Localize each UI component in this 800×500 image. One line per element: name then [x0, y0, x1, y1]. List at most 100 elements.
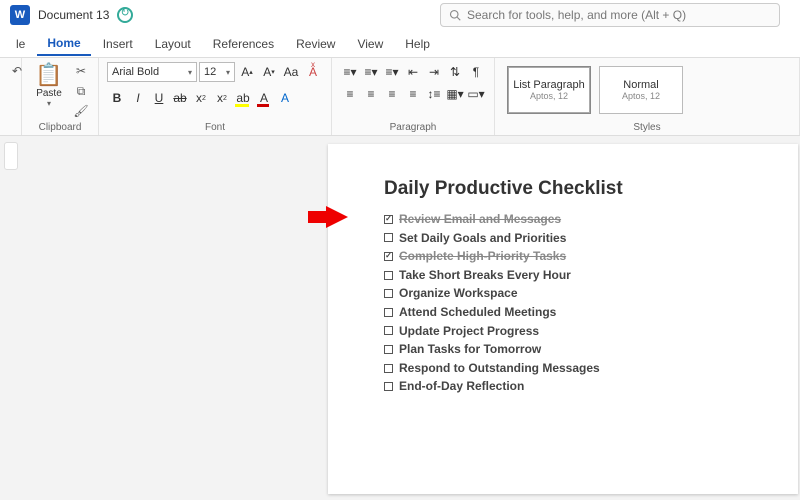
align-left-button[interactable]: ≡: [340, 84, 360, 104]
checklist-item[interactable]: Organize Workspace: [384, 284, 770, 303]
group-styles: List ParagraphAptos, 12NormalAptos, 12 S…: [495, 58, 800, 135]
underline-button[interactable]: U: [149, 88, 169, 108]
ribbon-tabs: le Home Insert Layout References Review …: [0, 30, 800, 58]
checkbox-icon: ✓: [384, 215, 393, 224]
checklist-text: Plan Tasks for Tomorrow: [399, 340, 541, 359]
checklist-text: Update Project Progress: [399, 322, 539, 341]
format-painter-button[interactable]: 🖌: [72, 102, 90, 120]
search-box[interactable]: Search for tools, help, and more (Alt + …: [440, 3, 780, 27]
shrink-font-button[interactable]: A▾: [259, 62, 279, 82]
workspace: Daily Productive Checklist ✓ Review Email…: [0, 136, 800, 500]
tab-file[interactable]: le: [6, 33, 35, 55]
paste-label: Paste: [36, 88, 62, 99]
checkbox-icon: [384, 308, 393, 317]
grow-font-button[interactable]: A▴: [237, 62, 257, 82]
checkbox-icon: [384, 233, 393, 242]
group-clipboard: 📋 Paste ▾ ✂ ⧉ 🖌 Clipboard: [22, 58, 99, 135]
increase-indent-button[interactable]: ⇥: [424, 62, 444, 82]
superscript-button[interactable]: x2: [212, 88, 232, 108]
autosave-icon[interactable]: [117, 7, 133, 23]
group-paragraph: ≡▾ ≡▾ ≡▾ ⇤ ⇥ ⇅ ¶ ≡ ≡ ≡ ≡ ↕≡ ▦▾ ▭▾ Paragr…: [332, 58, 495, 135]
tab-home[interactable]: Home: [37, 32, 90, 56]
align-right-button[interactable]: ≡: [382, 84, 402, 104]
checklist-item[interactable]: Respond to Outstanding Messages: [384, 359, 770, 378]
tab-view[interactable]: View: [347, 33, 393, 55]
style-name: List Paragraph: [513, 79, 585, 91]
checklist-item[interactable]: Update Project Progress: [384, 322, 770, 341]
style-card-1[interactable]: NormalAptos, 12: [599, 66, 683, 114]
paste-button[interactable]: 📋 Paste ▾: [30, 62, 68, 108]
checklist-item[interactable]: End-of-Day Reflection: [384, 377, 770, 396]
shading-button[interactable]: ▦▾: [445, 84, 465, 104]
checkbox-icon: [384, 345, 393, 354]
checklist-text: Review Email and Messages: [399, 210, 561, 229]
ribbon: ↶ 📋 Paste ▾ ✂ ⧉ 🖌 Clipboard Arial Bold▾ …: [0, 58, 800, 136]
doc-heading: Daily Productive Checklist: [384, 178, 770, 200]
checkbox-icon: [384, 364, 393, 373]
bullets-button[interactable]: ≡▾: [340, 62, 360, 82]
bold-button[interactable]: B: [107, 88, 127, 108]
group-font: Arial Bold▾ 12▾ A▴ A▾ Aa Aͯ B I U ab x2 …: [99, 58, 332, 135]
cut-button[interactable]: ✂: [72, 62, 90, 80]
tab-review[interactable]: Review: [286, 33, 345, 55]
checkbox-icon: [384, 271, 393, 280]
tab-help[interactable]: Help: [395, 33, 440, 55]
search-placeholder: Search for tools, help, and more (Alt + …: [467, 8, 686, 22]
sort-button[interactable]: ⇅: [445, 62, 465, 82]
document-title: Document 13: [38, 8, 109, 22]
change-case-button[interactable]: Aa: [281, 62, 301, 82]
text-effects-button[interactable]: A: [275, 88, 295, 108]
checklist-text: Organize Workspace: [399, 284, 518, 303]
borders-button[interactable]: ▭▾: [466, 84, 486, 104]
clear-formatting-button[interactable]: Aͯ: [303, 62, 323, 82]
subscript-button[interactable]: x2: [191, 88, 211, 108]
group-undo-label: [8, 131, 13, 133]
italic-button[interactable]: I: [128, 88, 148, 108]
checklist-text: Take Short Breaks Every Hour: [399, 266, 571, 285]
font-color-button[interactable]: A: [254, 88, 274, 108]
checklist-item[interactable]: ✓ Review Email and Messages: [384, 210, 770, 229]
checklist-text: Respond to Outstanding Messages: [399, 359, 600, 378]
style-name: Normal: [623, 79, 658, 91]
document-page[interactable]: Daily Productive Checklist ✓ Review Email…: [328, 144, 798, 494]
nav-pane-handle[interactable]: [4, 142, 18, 170]
align-center-button[interactable]: ≡: [361, 84, 381, 104]
group-paragraph-label: Paragraph: [340, 120, 486, 133]
checkbox-icon: [384, 289, 393, 298]
word-app-icon: W: [10, 5, 30, 25]
group-clipboard-label: Clipboard: [30, 120, 90, 133]
checkbox-icon: [384, 382, 393, 391]
font-size-combo[interactable]: 12▾: [199, 62, 235, 82]
numbering-button[interactable]: ≡▾: [361, 62, 381, 82]
clipboard-icon: 📋: [35, 62, 62, 88]
checklist-item[interactable]: Attend Scheduled Meetings: [384, 303, 770, 322]
justify-button[interactable]: ≡: [403, 84, 423, 104]
checklist-item[interactable]: Plan Tasks for Tomorrow: [384, 340, 770, 359]
group-styles-label: Styles: [503, 120, 791, 133]
group-undo: ↶: [0, 58, 22, 135]
checklist-item[interactable]: ✓Complete High-Priority Tasks: [384, 247, 770, 266]
checklist-text: Attend Scheduled Meetings: [399, 303, 556, 322]
style-card-0[interactable]: List ParagraphAptos, 12: [507, 66, 591, 114]
checkbox-icon: ✓: [384, 252, 393, 261]
group-font-label: Font: [107, 120, 323, 133]
decrease-indent-button[interactable]: ⇤: [403, 62, 423, 82]
multilevel-button[interactable]: ≡▾: [382, 62, 402, 82]
show-marks-button[interactable]: ¶: [466, 62, 486, 82]
checklist: ✓ Review Email and MessagesSet Daily Goal…: [384, 210, 770, 396]
tab-layout[interactable]: Layout: [145, 33, 201, 55]
checklist-item[interactable]: Take Short Breaks Every Hour: [384, 266, 770, 285]
search-icon: [449, 9, 461, 21]
copy-button[interactable]: ⧉: [72, 82, 90, 100]
checklist-item[interactable]: Set Daily Goals and Priorities: [384, 229, 770, 248]
strikethrough-button[interactable]: ab: [170, 88, 190, 108]
tab-references[interactable]: References: [203, 33, 284, 55]
line-spacing-button[interactable]: ↕≡: [424, 84, 444, 104]
highlight-button[interactable]: ab: [233, 88, 253, 108]
tab-insert[interactable]: Insert: [93, 33, 143, 55]
font-name-combo[interactable]: Arial Bold▾: [107, 62, 197, 82]
title-bar: W Document 13 Search for tools, help, an…: [0, 0, 800, 30]
checklist-text: Set Daily Goals and Priorities: [399, 229, 566, 248]
checkbox-icon: [384, 326, 393, 335]
checklist-text: End-of-Day Reflection: [399, 377, 524, 396]
